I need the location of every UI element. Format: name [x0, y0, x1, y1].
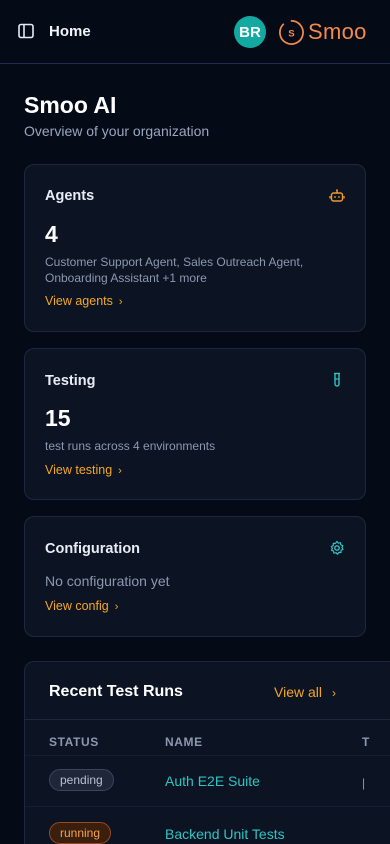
- top-bar: Home BR S Smoo: [0, 0, 390, 64]
- divider: [25, 806, 390, 807]
- testing-description: test runs across 4 environments: [45, 439, 216, 453]
- configuration-empty-text: No configuration yet: [45, 573, 170, 589]
- recent-test-runs-title: Recent Test Runs: [49, 683, 183, 700]
- chevron-right-icon: ›: [332, 686, 336, 700]
- sidebar-toggle-icon[interactable]: [17, 22, 35, 40]
- view-all-label: View all: [274, 684, 322, 700]
- test-run-name-link[interactable]: Backend Unit Tests: [165, 825, 285, 843]
- agents-count: 4: [45, 221, 58, 247]
- brand-logo[interactable]: S Smoo: [278, 17, 367, 47]
- logo-mark-letter: S: [288, 28, 295, 39]
- agents-card: Agents 4 Customer Support Agent, Sales O…: [24, 164, 366, 332]
- testing-card: Testing 15 test runs across 4 environmen…: [24, 348, 366, 500]
- test-tube-icon: [334, 372, 340, 387]
- chevron-right-icon: ›: [114, 601, 119, 613]
- view-testing-link[interactable]: View testing ›: [45, 462, 122, 479]
- view-testing-label: View testing: [45, 463, 113, 477]
- view-config-label: View config: [45, 599, 109, 613]
- gear-icon: [330, 540, 344, 555]
- brand-name: Smoo: [308, 19, 367, 44]
- testing-card-title: Testing: [45, 373, 96, 389]
- configuration-card: Configuration No configuration yet View …: [24, 516, 366, 637]
- recent-test-runs-card: Recent Test Runs View all › STATUS NAME T…: [24, 661, 390, 844]
- testing-count: 15: [45, 405, 71, 431]
- view-config-link[interactable]: View config ›: [45, 598, 118, 615]
- smoo-logo-icon: S: [279, 19, 304, 45]
- view-agents-label: View agents: [45, 294, 113, 308]
- column-header-name[interactable]: NAME: [165, 734, 203, 750]
- robot-icon: [329, 189, 345, 202]
- org-subtitle: Overview of your organization: [24, 123, 210, 139]
- org-title: Smoo AI: [24, 92, 117, 118]
- divider: [25, 755, 390, 756]
- divider: [25, 719, 390, 720]
- chevron-right-icon: ›: [118, 465, 122, 477]
- agents-card-title: Agents: [45, 188, 95, 204]
- status-badge: pending: [49, 769, 114, 791]
- column-header-status[interactable]: STATUS: [49, 734, 99, 750]
- status-badge: running: [49, 822, 112, 844]
- clipped-cell: |: [362, 776, 366, 790]
- agents-description: Customer Support Agent, Sales Outreach A…: [45, 255, 304, 285]
- page-title: Home: [49, 23, 91, 40]
- view-agents-link[interactable]: View agents ›: [45, 293, 123, 310]
- chevron-right-icon: ›: [118, 296, 123, 308]
- view-all-runs-link[interactable]: View all ›: [274, 683, 336, 702]
- test-run-name-link[interactable]: Auth E2E Suite: [165, 772, 260, 790]
- avatar[interactable]: BR: [234, 16, 266, 48]
- configuration-card-title: Configuration: [45, 541, 141, 557]
- column-header-clipped[interactable]: T: [362, 734, 370, 750]
